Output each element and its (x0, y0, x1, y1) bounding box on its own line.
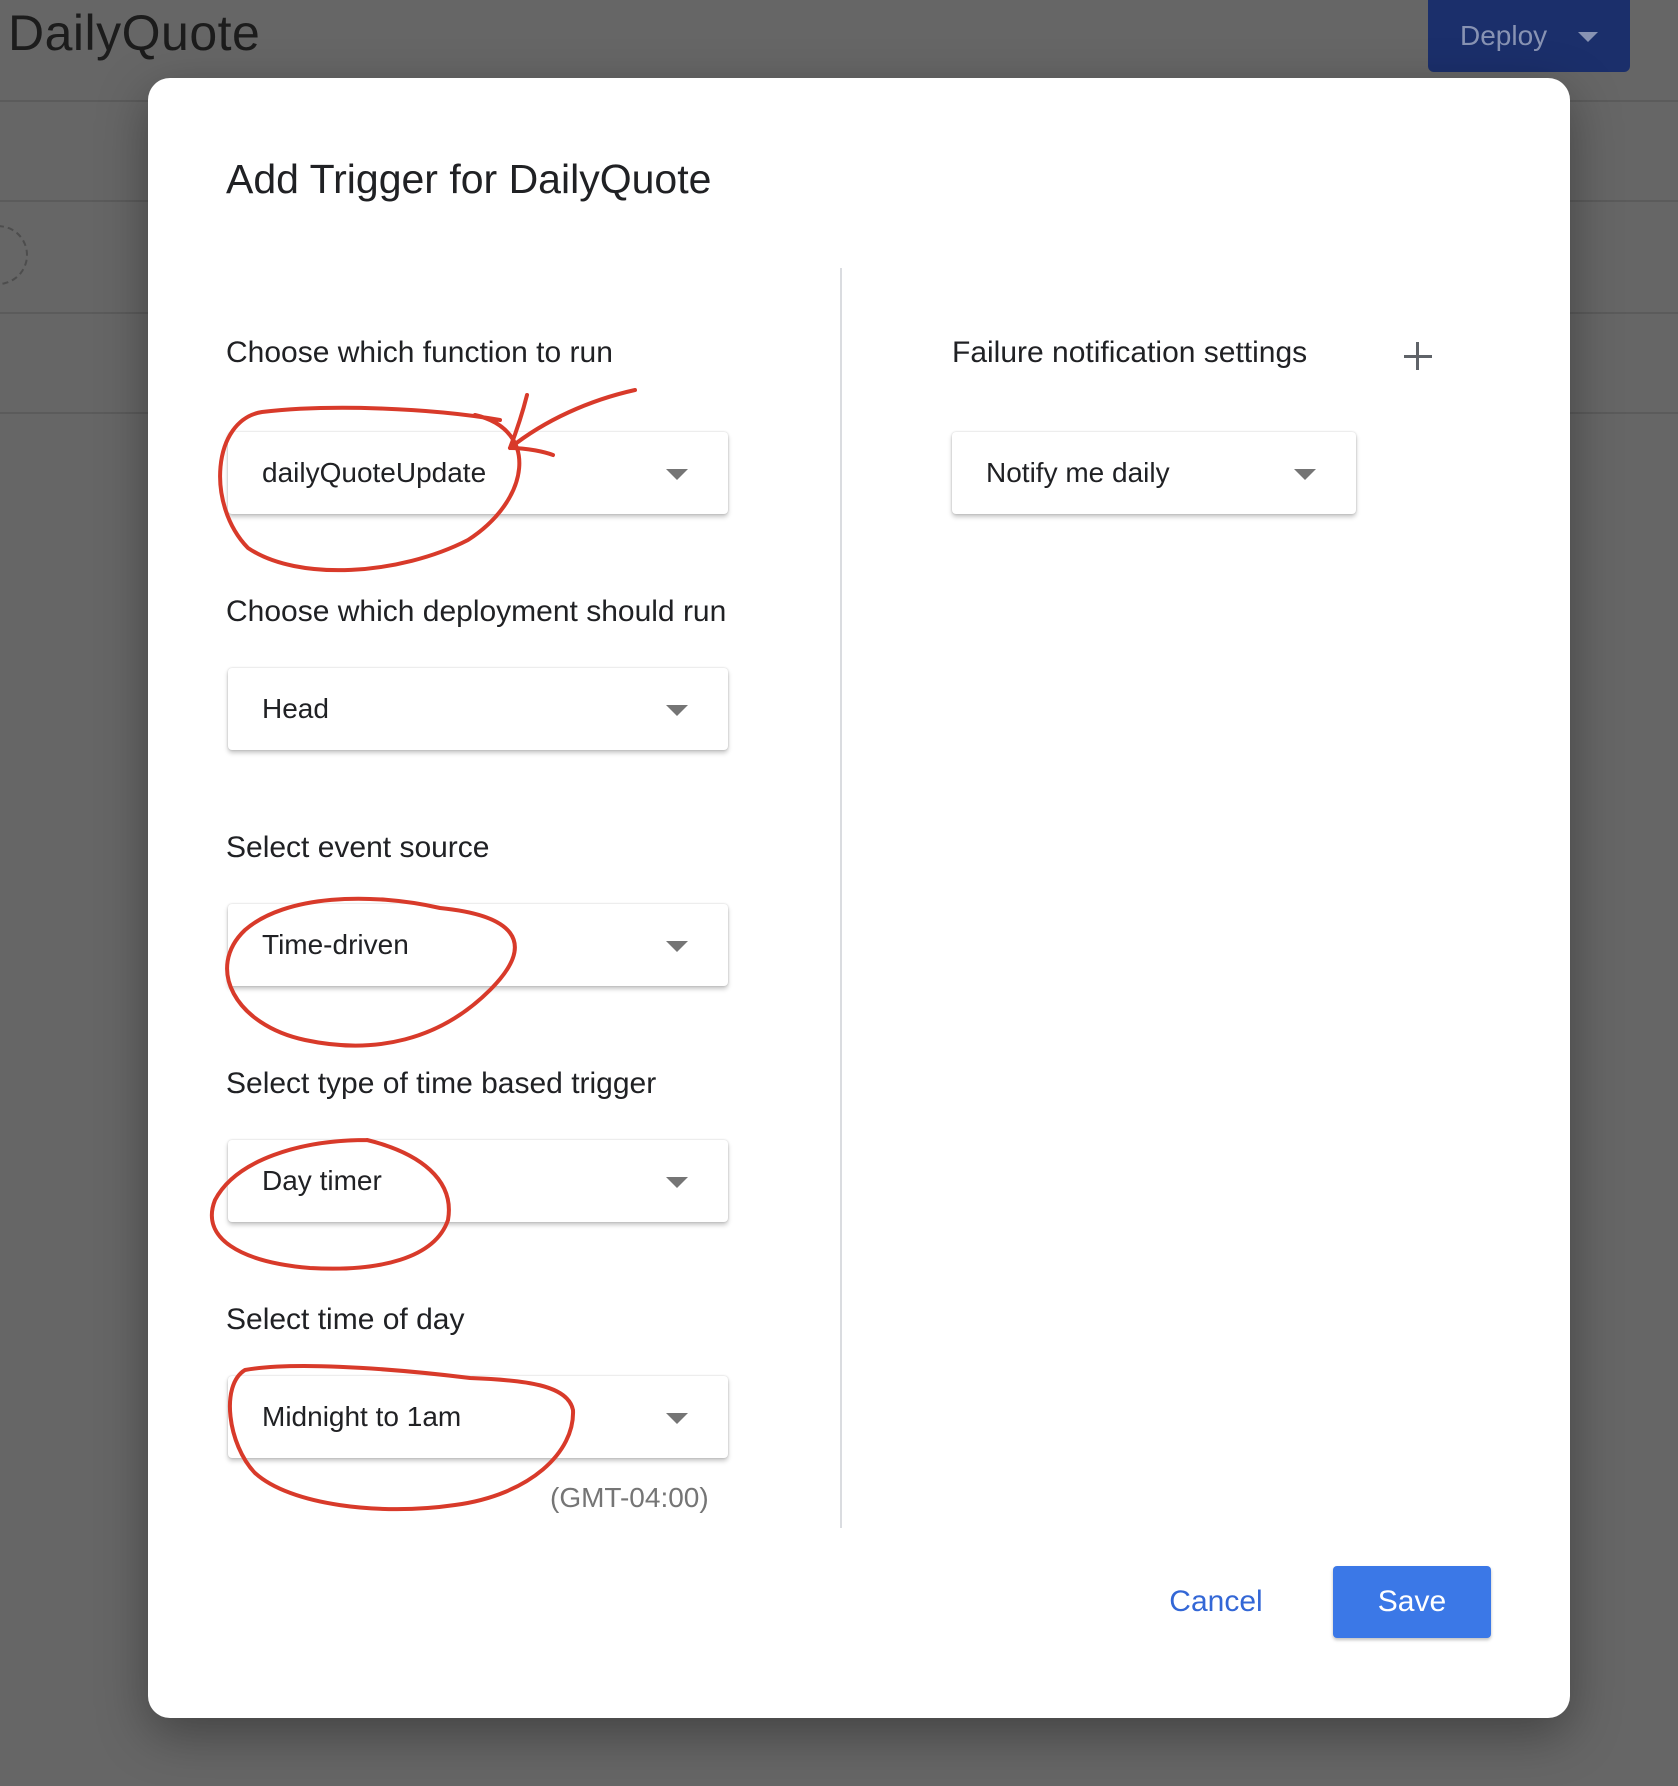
event-source-label: Select event source (226, 831, 490, 864)
cancel-button[interactable]: Cancel (1148, 1566, 1284, 1638)
trigger-type-select[interactable]: Day timer (228, 1140, 728, 1222)
caret-down-icon (666, 941, 688, 952)
time-of-day-select-value: Midnight to 1am (262, 1401, 462, 1432)
deployment-select-value: Head (262, 693, 329, 724)
caret-down-icon (1294, 469, 1316, 480)
deployment-label: Choose which deployment should run (226, 595, 727, 628)
deployment-select[interactable]: Head (228, 668, 728, 750)
event-source-select-value: Time-driven (262, 929, 409, 960)
loading-spinner-icon (0, 225, 28, 285)
trigger-type-label: Select type of time based trigger (226, 1067, 657, 1100)
function-select-value: dailyQuoteUpdate (262, 457, 487, 488)
failure-notification-label: Failure notification settings (952, 336, 1308, 369)
time-of-day-select[interactable]: Midnight to 1am (228, 1376, 728, 1458)
event-source-select[interactable]: Time-driven (228, 904, 728, 986)
failure-notification-select-value: Notify me daily (986, 457, 1170, 488)
deploy-button-label: Deploy (1460, 20, 1548, 51)
time-of-day-label: Select time of day (226, 1303, 465, 1336)
plus-icon[interactable] (1400, 338, 1436, 374)
caret-down-icon (666, 705, 688, 716)
trigger-type-select-value: Day timer (262, 1165, 382, 1196)
failure-notification-select[interactable]: Notify me daily (952, 432, 1356, 514)
caret-down-icon (1578, 32, 1598, 42)
save-button[interactable]: Save (1333, 1566, 1491, 1638)
column-divider (840, 268, 842, 1528)
add-trigger-dialog: Add Trigger for DailyQuote Choose which … (148, 78, 1570, 1718)
function-label: Choose which function to run (226, 336, 613, 369)
caret-down-icon (666, 1177, 688, 1188)
caret-down-icon (666, 1413, 688, 1424)
dialog-title: Add Trigger for DailyQuote (226, 156, 712, 202)
function-select[interactable]: dailyQuoteUpdate (228, 432, 728, 514)
app-title: DailyQuote (8, 5, 261, 61)
timezone-note: (GMT-04:00) (550, 1482, 709, 1513)
deploy-button[interactable]: Deploy (1428, 0, 1630, 72)
caret-down-icon (666, 469, 688, 480)
